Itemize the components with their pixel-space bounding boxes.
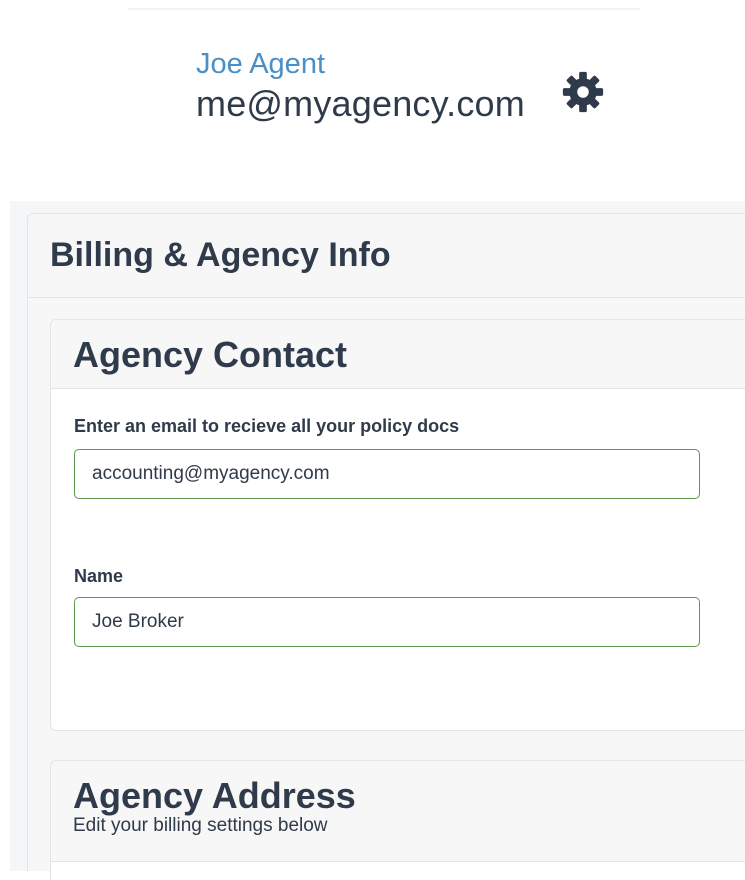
email-field[interactable] (74, 449, 700, 499)
page-title: Billing & Agency Info (50, 236, 391, 274)
agency-contact-header: Agency Contact (51, 320, 745, 389)
billing-panel-header: Billing & Agency Info (28, 214, 745, 298)
gear-icon-graphic (562, 71, 604, 113)
agency-address-header: Agency Address Edit your billing setting… (51, 761, 745, 862)
agency-contact-title: Agency Contact (73, 334, 348, 375)
user-info: Joe Agent me@myagency.com (196, 46, 525, 126)
name-field[interactable] (74, 597, 700, 647)
agency-contact-card: Agency Contact Enter an email to recieve… (50, 319, 745, 731)
gear-icon[interactable] (560, 69, 606, 115)
agency-address-subtitle: Edit your billing settings below (73, 815, 328, 836)
name-field-label: Name (74, 566, 124, 586)
agency-address-card: Agency Address Edit your billing setting… (50, 760, 745, 880)
top-divider (128, 8, 640, 10)
agency-address-title: Agency Address (73, 775, 356, 816)
user-name-link[interactable]: Joe Agent (196, 46, 525, 82)
email-field-label: Enter an email to recieve all your polic… (74, 416, 460, 436)
user-email: me@myagency.com (196, 83, 525, 124)
